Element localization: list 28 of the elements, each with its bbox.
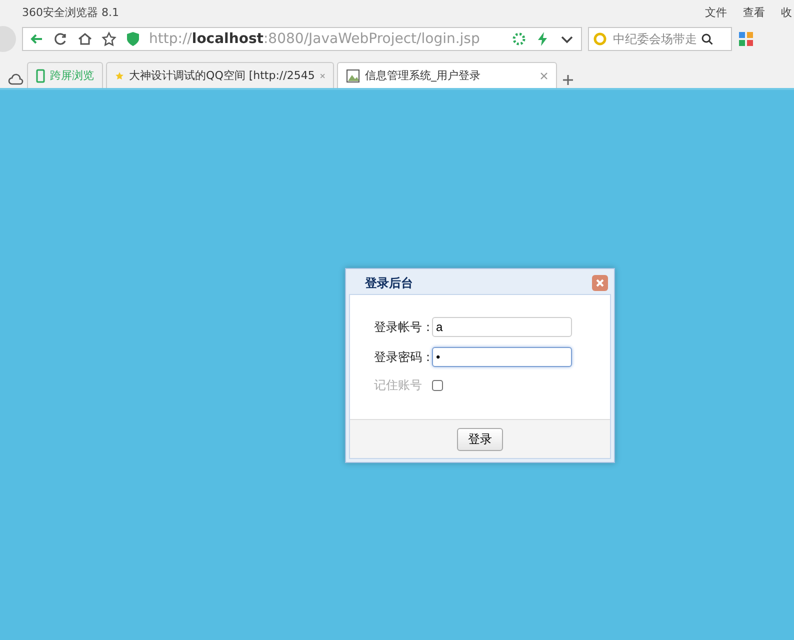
search-engine-icon[interactable] bbox=[593, 31, 609, 47]
browser-tab[interactable]: 信息管理系统_用户登录 bbox=[337, 62, 557, 88]
refresh-icon[interactable] bbox=[53, 31, 69, 47]
menu-item[interactable]: 文件 bbox=[705, 4, 727, 20]
input-field[interactable]: a bbox=[432, 317, 572, 337]
checkbox-label: 记住账号 bbox=[374, 377, 423, 394]
close-icon[interactable] bbox=[540, 72, 548, 80]
spinner-icon[interactable] bbox=[511, 31, 527, 47]
close-icon[interactable] bbox=[320, 72, 325, 80]
apps-icon[interactable] bbox=[738, 31, 754, 47]
image-icon bbox=[346, 68, 360, 82]
window-title: 360安全浏览器 8.1 bbox=[22, 4, 119, 20]
menu-item[interactable]: 查看 bbox=[743, 4, 765, 20]
search-icon[interactable] bbox=[701, 33, 713, 45]
field-label: 登录密码： bbox=[374, 348, 430, 366]
close-icon[interactable] bbox=[592, 275, 608, 291]
input-field[interactable]: • bbox=[432, 347, 572, 367]
dialog-title: 登录后台 bbox=[365, 274, 413, 292]
shield-icon[interactable] bbox=[125, 31, 141, 47]
phone-icon bbox=[36, 68, 45, 82]
plus-icon[interactable] bbox=[560, 72, 576, 88]
home-icon[interactable] bbox=[77, 31, 93, 47]
login-button[interactable]: 登录 bbox=[457, 428, 503, 450]
browser-tab[interactable]: 大神设计调试的QQ空间 [http://2545 bbox=[106, 62, 334, 88]
menu-item[interactable]: 收 bbox=[781, 4, 792, 20]
star-icon[interactable] bbox=[101, 31, 117, 47]
checkbox[interactable] bbox=[432, 380, 443, 391]
field-label: 登录帐号： bbox=[374, 318, 430, 336]
